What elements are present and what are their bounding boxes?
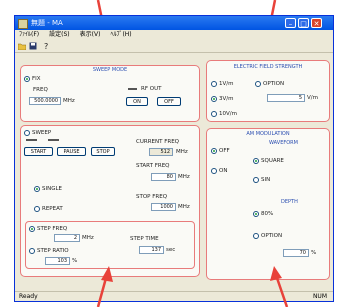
menu-file[interactable]: ﾌｧｲﾙ(F)	[19, 31, 39, 38]
depth-label: DEPTH	[281, 199, 298, 205]
field-option-label: OPTION	[263, 81, 285, 87]
am-off-radio[interactable]	[211, 148, 217, 154]
menu-help[interactable]: ﾍﾙﾌﾟ(H)	[110, 31, 131, 38]
step-freq-unit: MHz	[82, 235, 94, 241]
sin-label: SIN	[261, 177, 271, 183]
current-freq-unit: MHz	[176, 149, 188, 155]
field-option-input[interactable]: 5	[267, 94, 305, 102]
sweep-panel: SWEEP CURRENT FREQ START PAUSE STOP 512 …	[20, 125, 200, 277]
save-icon[interactable]	[29, 42, 37, 50]
step-ratio-input[interactable]: 103	[45, 257, 70, 265]
minimize-button[interactable]: –	[285, 18, 296, 28]
open-folder-icon[interactable]	[18, 42, 26, 50]
sweep-indicator-2	[48, 139, 59, 141]
sweep-radio[interactable]	[24, 130, 30, 136]
window-title: 無題 - MA	[31, 19, 63, 27]
start-freq-label: START FREQ	[136, 163, 170, 169]
app-icon	[18, 19, 28, 29]
step-time-input[interactable]: 137	[139, 246, 164, 254]
rf-out-label: RF OUT	[141, 86, 162, 92]
step-ratio-label: STEP RATIO	[37, 248, 69, 254]
depth-option-radio[interactable]	[253, 233, 259, 239]
step-ratio-unit: %	[72, 258, 78, 264]
sweep-indicator-1	[26, 139, 37, 141]
start-freq-unit: MHz	[178, 174, 190, 180]
1vm-label: 1V/m	[219, 81, 234, 87]
step-freq-radio[interactable]	[29, 226, 35, 232]
rf-out-indicator	[128, 88, 137, 90]
num-lock-indicator: NUM	[312, 293, 327, 300]
am-on-label: ON	[219, 168, 228, 174]
current-freq-display: 512	[149, 148, 173, 156]
repeat-radio[interactable]	[34, 206, 40, 212]
3vm-radio[interactable]	[211, 96, 217, 102]
field-option-radio[interactable]	[255, 81, 261, 87]
square-radio[interactable]	[253, 158, 259, 164]
am-on-radio[interactable]	[211, 168, 217, 174]
depth-option-label: OPTION	[261, 233, 283, 239]
waveform-label: WAVEFORM	[269, 140, 298, 146]
1vm-radio[interactable]	[211, 81, 217, 87]
status-text: Ready	[19, 293, 38, 300]
menu-bar: ﾌｧｲﾙ(F) 設定(S) 表示(V) ﾍﾙﾌﾟ(H)	[15, 30, 333, 40]
am-off-label: OFF	[219, 148, 230, 154]
freq-label: FREQ	[33, 87, 48, 93]
callout-arrow-bottom-left	[96, 266, 113, 307]
stop-button[interactable]: STOP	[91, 147, 115, 156]
depth-80-label: 80%	[261, 211, 274, 217]
single-label: SINGLE	[42, 186, 63, 192]
fix-radio[interactable]	[24, 76, 30, 82]
10vm-radio[interactable]	[211, 111, 217, 117]
menu-view[interactable]: 表示(V)	[80, 31, 101, 38]
repeat-label: REPEAT	[42, 206, 63, 212]
depth-option-unit: %	[311, 250, 317, 256]
sin-radio[interactable]	[253, 177, 259, 183]
freq-input[interactable]: 500.0000	[29, 97, 61, 105]
close-button[interactable]: ✕	[311, 18, 322, 28]
step-freq-label: STEP FREQ	[37, 226, 68, 232]
step-subpanel: STEP FREQ 2 MHz STEP TIME STEP RATIO 137…	[25, 221, 195, 269]
sweep-mode-panel: SWEEP MODE FIX FREQ 500.0000 MHz RF OUT …	[20, 65, 200, 122]
10vm-label: 10V/m	[219, 111, 237, 117]
menu-settings[interactable]: 設定(S)	[49, 31, 70, 38]
app-window: 無題 - MA – □ ✕ ﾌｧｲﾙ(F) 設定(S) 表示(V) ﾍﾙﾌﾟ(H) ?…	[14, 15, 334, 302]
rf-off-button[interactable]: OFF	[157, 97, 181, 106]
stop-freq-label: STOP FREQ	[136, 194, 168, 200]
current-freq-label: CURRENT FREQ	[136, 139, 179, 145]
rf-on-button[interactable]: ON	[126, 97, 148, 106]
start-freq-input[interactable]: 80	[151, 173, 176, 181]
depth-80-radio[interactable]	[253, 211, 259, 217]
maximize-button[interactable]: □	[298, 18, 309, 28]
field-strength-panel: ELECTRIC FIELD STRENGTH 1V/m OPTION 3V/m…	[206, 60, 330, 122]
single-radio[interactable]	[34, 186, 40, 192]
stop-freq-input[interactable]: 1000	[151, 203, 176, 211]
toolbar: ?	[15, 40, 333, 53]
fix-label: FIX	[32, 76, 41, 82]
freq-unit: MHz	[63, 98, 75, 104]
svg-text:?: ?	[44, 42, 48, 50]
3vm-label: 3V/m	[219, 96, 234, 102]
am-modulation-title: AM MODULATION	[246, 131, 290, 137]
help-icon[interactable]: ?	[42, 42, 50, 50]
step-freq-input[interactable]: 2	[54, 234, 80, 242]
square-label: SQUARE	[261, 158, 284, 164]
field-strength-title: ELECTRIC FIELD STRENGTH	[233, 64, 303, 70]
field-option-unit: V/m	[307, 95, 318, 101]
sweep-mode-title: SWEEP MODE	[92, 67, 128, 73]
sweep-label: SWEEP	[32, 130, 52, 136]
stop-freq-unit: MHz	[178, 204, 190, 210]
callout-arrow-bottom-right	[270, 266, 289, 307]
start-button[interactable]: START	[24, 147, 53, 156]
step-time-label: STEP TIME	[130, 236, 159, 242]
step-time-unit: sec	[166, 247, 176, 253]
title-bar[interactable]: 無題 - MA – □ ✕	[15, 16, 333, 30]
step-ratio-radio[interactable]	[29, 248, 35, 254]
pause-button[interactable]: PAUSE	[57, 147, 86, 156]
am-modulation-panel: AM MODULATION WAVEFORM OFF SQUARE ON SIN…	[206, 128, 330, 280]
depth-option-input[interactable]: 70	[283, 249, 309, 257]
